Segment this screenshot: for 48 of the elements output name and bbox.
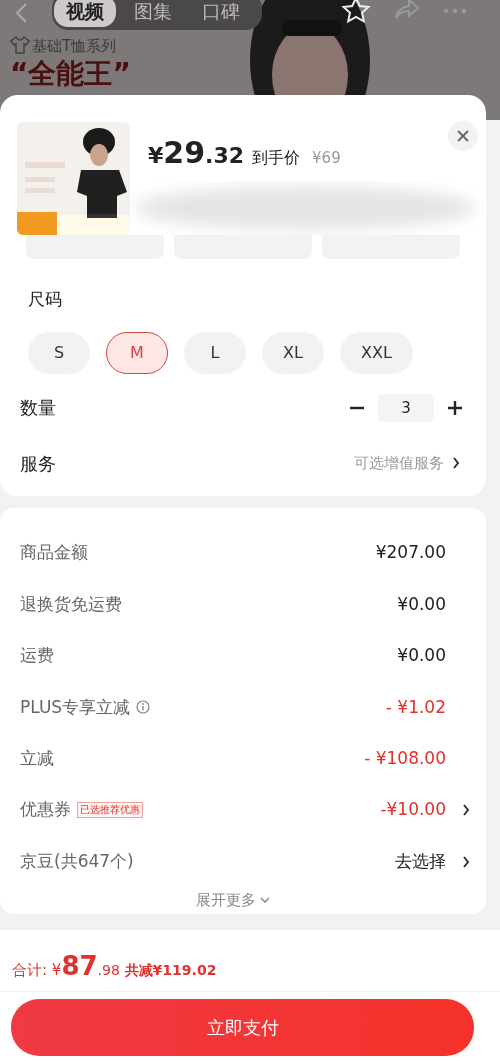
close-icon <box>457 130 469 142</box>
info-icon[interactable] <box>136 700 151 715</box>
fee-label: 商品金额 <box>20 541 88 565</box>
chevron-down-icon <box>260 897 270 904</box>
series-label: 基础T恤系列 <box>32 36 117 57</box>
media-tab[interactable]: 视频 <box>54 0 116 28</box>
fee-value: ¥0.00 <box>397 644 446 668</box>
fee-value: - ¥1.02 <box>385 695 446 719</box>
section-title: 尺码 <box>27 288 63 311</box>
fee-label: 退换货免运费 <box>20 592 122 616</box>
share-icon[interactable] <box>394 0 420 20</box>
fee-label: 立减 <box>20 747 54 770</box>
quantity-label: 数量 <box>20 396 56 420</box>
price-label: 到手价 <box>252 148 301 167</box>
expand-link[interactable]: 展开更多 <box>196 889 256 912</box>
fee-label: 运费 <box>20 644 54 668</box>
quantity-field[interactable]: 3 <box>378 393 434 422</box>
original-price: ¥69 <box>312 149 341 167</box>
star-icon[interactable] <box>341 0 371 26</box>
total-amount: 合计: ¥87.98 <box>12 950 120 983</box>
headline: “全能王” <box>10 60 131 88</box>
fee-value[interactable]: -¥10.00 <box>380 797 446 823</box>
savings-text: 共减¥119.02 <box>124 961 217 980</box>
fee-label: 优惠券 <box>20 798 71 822</box>
back-icon[interactable] <box>14 2 28 24</box>
color-option[interactable] <box>26 235 164 259</box>
size-option[interactable]: XL <box>262 331 324 374</box>
service-label: 服务 <box>20 451 56 476</box>
pay-button[interactable]: 立即支付 <box>11 999 474 1056</box>
more-icon[interactable] <box>443 8 467 14</box>
close-button[interactable] <box>448 121 478 151</box>
fee-label: PLUS专享立减 <box>20 695 131 719</box>
fee-value[interactable]: 去选择 <box>395 848 446 875</box>
fee-value: - ¥108.00 <box>364 747 446 770</box>
size-option[interactable]: M <box>106 331 168 374</box>
chevron-icon <box>452 457 460 469</box>
plus-icon <box>448 400 462 415</box>
coupon-tag: 已选推荐优惠 <box>77 802 143 819</box>
fee-label: 京豆(共647个) <box>20 849 134 873</box>
media-tab[interactable]: 图集 <box>122 0 184 28</box>
size-option[interactable]: L <box>184 331 246 374</box>
price: ¥29.32 <box>148 143 245 168</box>
shirt-icon <box>10 36 30 54</box>
media-tab[interactable]: 口碑 <box>190 0 252 28</box>
size-option[interactable]: S <box>28 331 90 374</box>
size-option[interactable]: XXL <box>340 331 413 374</box>
fee-value: ¥0.00 <box>397 592 446 616</box>
fee-value: ¥207.00 <box>375 541 446 565</box>
